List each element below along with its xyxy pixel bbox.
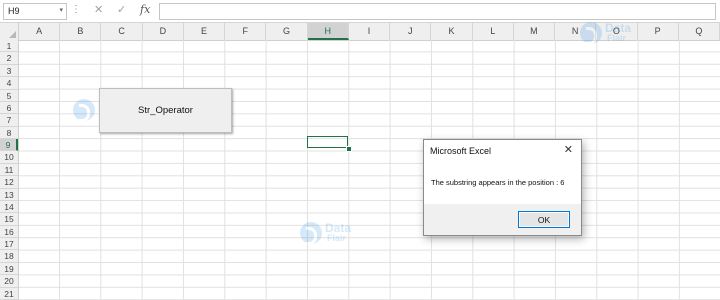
- column-header-m[interactable]: M: [514, 23, 556, 40]
- column-header-b[interactable]: B: [60, 23, 102, 40]
- column-header-p[interactable]: P: [638, 23, 679, 40]
- row-header-9[interactable]: 9: [0, 139, 18, 152]
- formula-input[interactable]: [159, 3, 716, 20]
- fill-handle[interactable]: [346, 146, 352, 152]
- cancel-icon[interactable]: ✕: [94, 3, 103, 16]
- dialog-message: The substring appears in the position : …: [431, 178, 565, 187]
- row-header-5[interactable]: 5: [0, 90, 18, 102]
- row-header-bar: 1 2 3 4 5 6 7 8 9 10 11 12 13 14 15 16 17 18 19 20 21: [0, 40, 19, 300]
- row-header-8[interactable]: 8: [0, 127, 18, 140]
- enter-icon[interactable]: ✓: [117, 3, 126, 16]
- worksheet-grid[interactable]: [19, 40, 720, 300]
- active-cell[interactable]: [307, 136, 348, 148]
- column-header-d[interactable]: D: [143, 23, 184, 40]
- row-header-1[interactable]: 1: [0, 40, 18, 53]
- row-header-3[interactable]: 3: [0, 65, 18, 78]
- insert-function-icon[interactable]: fx: [140, 3, 150, 16]
- row-header-2[interactable]: 2: [0, 52, 18, 65]
- chevron-down-icon[interactable]: ▾: [59, 6, 63, 14]
- row-header-11[interactable]: 11: [0, 164, 18, 177]
- column-header-n[interactable]: N: [555, 23, 597, 40]
- row-header-20[interactable]: 20: [0, 275, 18, 288]
- str-operator-button[interactable]: Str_Operator: [99, 88, 232, 133]
- column-header-i[interactable]: I: [349, 23, 391, 40]
- row-header-17[interactable]: 17: [0, 238, 18, 251]
- row-header-4[interactable]: 4: [0, 77, 18, 90]
- formula-bar-icons: ✕ ✓ fx: [86, 3, 156, 18]
- drag-handle-icon[interactable]: ⋮: [71, 4, 81, 15]
- row-header-13[interactable]: 13: [0, 189, 18, 201]
- dialog-title: Microsoft Excel: [430, 146, 492, 156]
- column-header-l[interactable]: L: [473, 23, 514, 40]
- column-header-k[interactable]: K: [431, 23, 473, 40]
- column-header-bar: ABCDEFGHIJKLMNOPQ: [0, 23, 720, 41]
- row-header-10[interactable]: 10: [0, 151, 18, 164]
- row-header-19[interactable]: 19: [0, 263, 18, 276]
- column-header-q[interactable]: Q: [679, 23, 720, 40]
- close-icon[interactable]: ✕: [564, 143, 573, 156]
- column-header-a[interactable]: A: [19, 23, 61, 40]
- name-box[interactable]: H9 ▾: [3, 3, 67, 20]
- row-header-16[interactable]: 16: [0, 226, 18, 239]
- column-header-f[interactable]: F: [225, 23, 267, 40]
- select-all-icon: [9, 31, 16, 38]
- formula-bar: H9 ▾ ⋮ ✕ ✓ fx: [0, 0, 720, 23]
- message-box-dialog: Microsoft Excel ✕ The substring appears …: [423, 139, 582, 236]
- column-header-o[interactable]: O: [596, 23, 638, 40]
- name-box-value: H9: [8, 6, 20, 16]
- column-header-g[interactable]: G: [266, 23, 308, 40]
- row-header-6[interactable]: 6: [0, 102, 18, 115]
- ok-button[interactable]: OK: [518, 211, 570, 228]
- column-header-h[interactable]: H: [307, 23, 349, 40]
- select-all-button[interactable]: [0, 23, 19, 40]
- row-header-7[interactable]: 7: [0, 114, 18, 127]
- row-header-15[interactable]: 15: [0, 213, 18, 226]
- column-header-c[interactable]: C: [101, 23, 143, 40]
- row-header-12[interactable]: 12: [0, 176, 18, 189]
- row-header-14[interactable]: 14: [0, 201, 18, 214]
- row-header-18[interactable]: 18: [0, 250, 18, 263]
- column-header-e[interactable]: E: [184, 23, 226, 40]
- row-header-21[interactable]: 21: [0, 288, 18, 300]
- column-header-j[interactable]: J: [390, 23, 432, 40]
- dialog-footer: OK: [424, 204, 581, 235]
